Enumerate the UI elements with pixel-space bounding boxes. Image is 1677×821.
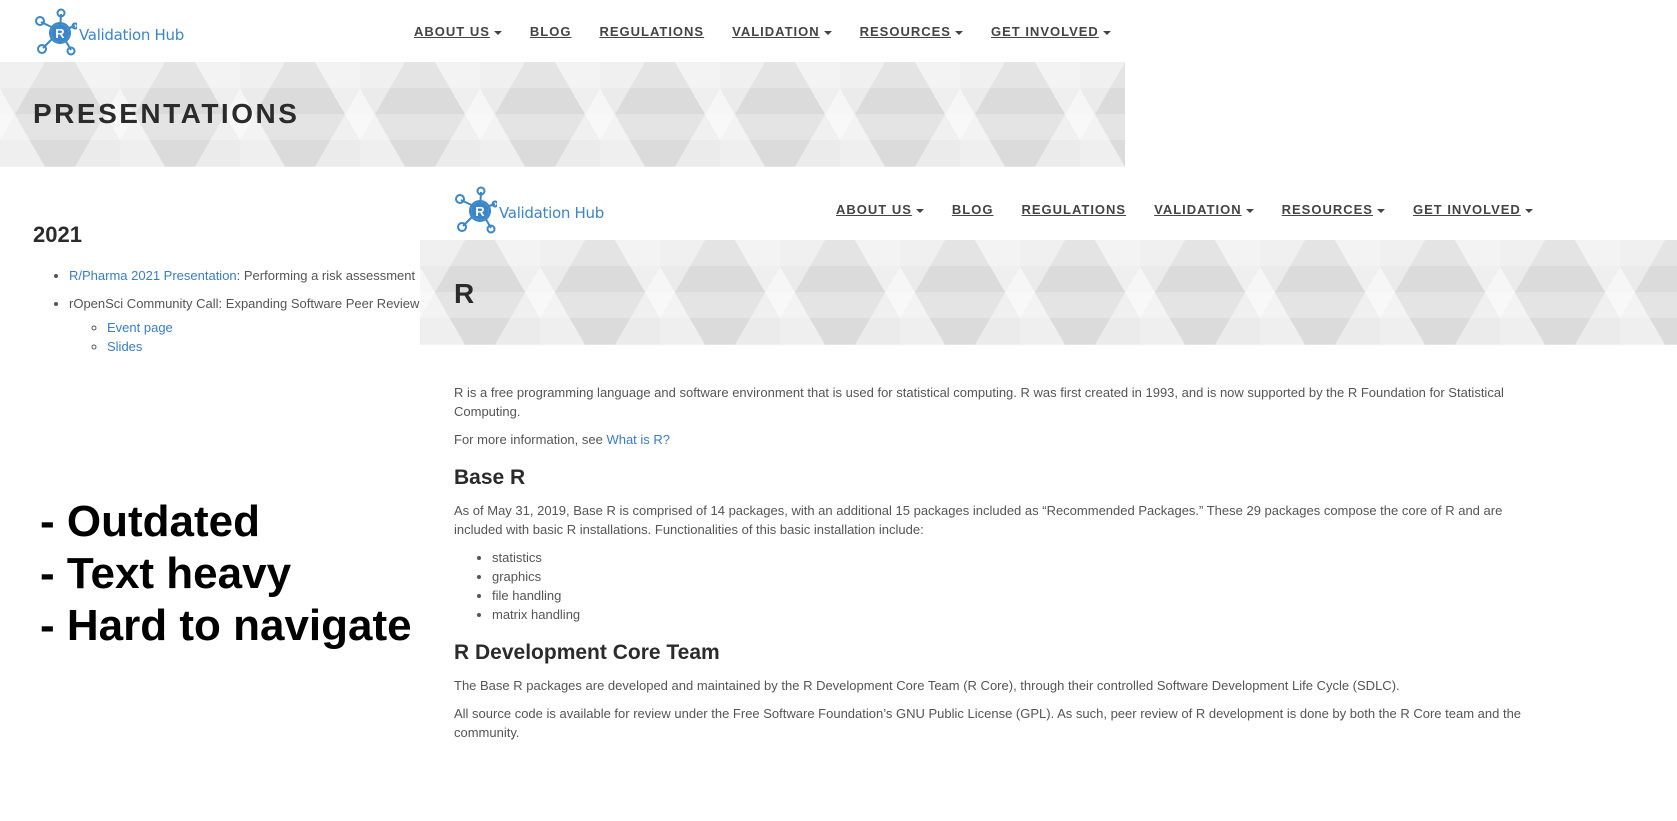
nav-get-involved[interactable]: GET INVOLVED	[1413, 202, 1533, 217]
list-item: Slides	[107, 337, 423, 356]
sub-list: Event page Slides	[107, 318, 423, 356]
nav-validation[interactable]: VALIDATION	[1154, 202, 1254, 217]
nav-about-us[interactable]: ABOUT US	[836, 202, 924, 217]
list-item: R/Pharma 2021 Presentation: Performing a…	[69, 262, 423, 290]
r-molecule-logo-icon: R	[455, 186, 497, 234]
nav-resources[interactable]: RESOURCES	[860, 24, 963, 39]
page-banner: R	[420, 240, 1677, 345]
nav-regulations[interactable]: REGULATIONS	[1021, 202, 1126, 217]
r-page-screenshot: R Validation Hub ABOUT US BLOG REGULATIO…	[420, 178, 1677, 821]
svg-text:R: R	[475, 204, 485, 219]
list-item: graphics	[492, 567, 1534, 586]
base-r-heading: Base R	[454, 466, 526, 489]
svg-text:R: R	[55, 26, 65, 41]
base-r-paragraph: As of May 31, 2019, Base R is comprised …	[454, 503, 1503, 537]
logo[interactable]: R Validation Hub	[33, 8, 184, 56]
rpharma-presentation-link[interactable]: R/Pharma 2021 Presentation	[69, 268, 237, 283]
navbar: R Validation Hub ABOUT US BLOG REGULATIO…	[0, 0, 1125, 62]
feature-list: statistics graphics file handling matrix…	[492, 548, 1534, 624]
list-item: statistics	[492, 548, 1534, 567]
main-menu: ABOUT US BLOG REGULATIONS VALIDATION RES…	[414, 24, 1125, 39]
core-team-heading: R Development Core Team	[454, 641, 720, 664]
r-molecule-logo-icon: R	[35, 8, 77, 56]
nav-blog[interactable]: BLOG	[530, 24, 572, 39]
caret-down-icon	[1102, 30, 1111, 35]
list-item: Event page	[107, 318, 423, 337]
page-banner: PRESENTATIONS	[0, 62, 1125, 167]
core-team-paragraph-2: All source code is available for review …	[454, 706, 1522, 740]
more-info-paragraph: For more information, see What is R?	[454, 432, 671, 447]
caret-down-icon	[823, 30, 832, 35]
navbar: R Validation Hub ABOUT US BLOG REGULATIO…	[420, 178, 1677, 240]
logo-text: Validation Hub	[499, 204, 604, 222]
caret-down-icon	[1524, 208, 1533, 213]
logo[interactable]: R Validation Hub	[453, 186, 604, 234]
list-item: matrix handling	[492, 605, 1534, 624]
caret-down-icon	[954, 30, 963, 35]
r-page-content: R is a free programming language and sof…	[454, 383, 1534, 751]
critique-notes: - Outdated - Text heavy - Hard to naviga…	[40, 496, 412, 652]
caret-down-icon	[1376, 208, 1385, 213]
nav-get-involved[interactable]: GET INVOLVED	[991, 24, 1111, 39]
event-page-link[interactable]: Event page	[107, 320, 173, 335]
note-text-heavy: - Text heavy	[40, 549, 292, 598]
year-heading: 2021	[33, 222, 82, 247]
main-menu: ABOUT US BLOG REGULATIONS VALIDATION RES…	[836, 202, 1561, 217]
caret-down-icon	[915, 208, 924, 213]
caret-down-icon	[1245, 208, 1254, 213]
core-team-paragraph-1: The Base R packages are developed and ma…	[454, 678, 1400, 693]
intro-paragraph: R is a free programming language and sof…	[454, 385, 1504, 419]
nav-blog[interactable]: BLOG	[952, 202, 994, 217]
nav-about-us[interactable]: ABOUT US	[414, 24, 502, 39]
logo-text: Validation Hub	[79, 26, 184, 44]
nav-resources[interactable]: RESOURCES	[1282, 202, 1385, 217]
presentation-list: R/Pharma 2021 Presentation: Performing a…	[69, 262, 423, 356]
note-hard-to-navigate: - Hard to navigate	[40, 601, 412, 650]
what-is-r-link[interactable]: What is R?	[606, 432, 670, 447]
slides-link[interactable]: Slides	[107, 339, 142, 354]
page-title: PRESENTATIONS	[33, 98, 300, 129]
list-item: rOpenSci Community Call: Expanding Softw…	[69, 290, 423, 356]
list-item: file handling	[492, 586, 1534, 605]
note-outdated: - Outdated	[40, 497, 260, 546]
caret-down-icon	[493, 30, 502, 35]
nav-regulations[interactable]: REGULATIONS	[599, 24, 704, 39]
page-title: R	[454, 278, 475, 309]
presentations-content: 2021 R/Pharma 2021 Presentation: Perform…	[33, 222, 423, 356]
nav-validation[interactable]: VALIDATION	[732, 24, 832, 39]
